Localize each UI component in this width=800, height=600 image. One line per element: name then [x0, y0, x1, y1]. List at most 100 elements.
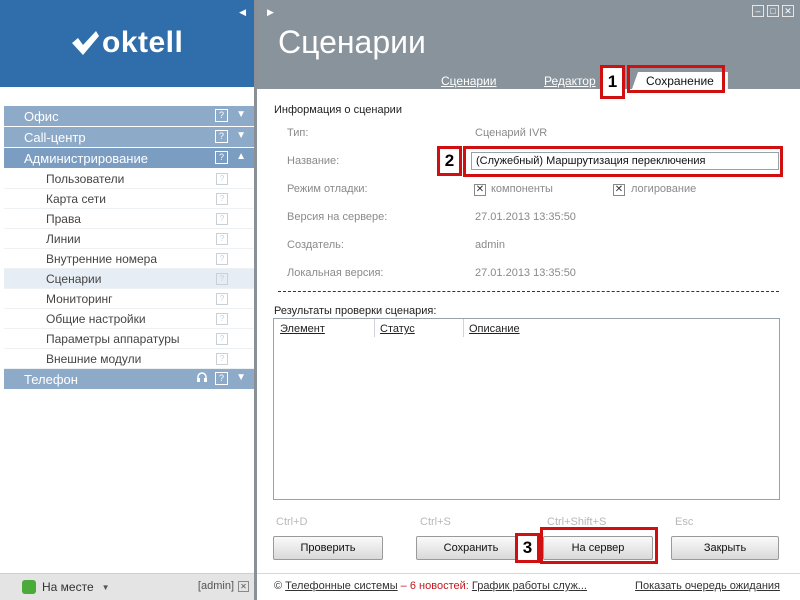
sidebar-item-label: Пользователи [46, 171, 125, 186]
local-version-label: Локальная версия: [287, 267, 384, 279]
collapse-panel-icon[interactable]: ◀ [239, 7, 246, 18]
creator-value: admin [475, 239, 505, 251]
close-icon[interactable]: ✕ [782, 5, 794, 17]
section-divider [278, 291, 779, 292]
results-section-title: Результаты проверки сценария: [274, 305, 437, 317]
callout-frame-save-tab [627, 65, 725, 93]
column-divider [374, 319, 375, 337]
sidebar-item-network-map[interactable]: Карта сети ? [4, 189, 254, 209]
nav-section-administration[interactable]: Администрирование ? ▲ [4, 148, 254, 168]
sidebar-item-label: Параметры аппаратуры [46, 331, 180, 346]
nav-section-label: Офис [24, 108, 59, 124]
save-button[interactable]: Сохранить [416, 536, 526, 560]
logout-icon[interactable]: ✕ [238, 581, 249, 592]
help-icon[interactable]: ? [216, 353, 228, 365]
server-version-value: 27.01.2013 13:35:50 [475, 211, 576, 223]
chevron-down-icon[interactable]: ▼ [236, 372, 246, 383]
callout-number: 3 [515, 533, 540, 563]
help-icon[interactable]: ? [216, 193, 228, 205]
save-shortcut-hint: Ctrl+S [420, 516, 451, 528]
help-icon[interactable]: ? [216, 313, 228, 325]
logo-text: oktell [102, 26, 184, 59]
logging-checkbox-label: логирование [631, 183, 697, 195]
nav-section-label: Администрирование [24, 150, 148, 166]
news-count: 6 новостей: [409, 580, 469, 592]
sidebar-item-hardware-params[interactable]: Параметры аппаратуры ? [4, 329, 254, 349]
page-title: Сценарии [278, 24, 426, 60]
sidebar-item-monitoring[interactable]: Мониторинг ? [4, 289, 254, 309]
local-version-value: 27.01.2013 13:35:50 [475, 267, 576, 279]
components-checkbox[interactable]: ✕ [474, 184, 486, 196]
chevron-down-icon[interactable]: ▼ [102, 583, 110, 592]
column-header-status[interactable]: Статус [380, 323, 415, 335]
headphones-icon[interactable] [196, 371, 208, 383]
components-checkbox-label: компоненты [491, 183, 553, 195]
window-controls: – □ ✕ [752, 5, 794, 17]
sidebar-item-rights[interactable]: Права ? [4, 209, 254, 229]
tab-scenarios[interactable]: Сценарии [441, 74, 496, 88]
footer-news-line: © Телефонные системы – 6 новостей: Графи… [274, 580, 587, 592]
logo-check-icon [72, 31, 99, 55]
expand-panel-icon[interactable]: ▶ [267, 7, 274, 18]
sidebar-item-internal-numbers[interactable]: Внутренние номера ? [4, 249, 254, 269]
status-selector[interactable]: На месте [42, 580, 94, 594]
main-panel: ▶ – □ ✕ Сценарии Сценарии Редактор Сохра… [257, 0, 800, 600]
chevron-up-icon[interactable]: ▲ [236, 151, 246, 162]
sidebar-nav: Офис ? ▼ Call-центр ? ▼ Администрировани… [4, 106, 254, 390]
sidebar-item-general-settings[interactable]: Общие настройки ? [4, 309, 254, 329]
help-icon[interactable]: ? [215, 151, 228, 164]
logo: oktell [70, 28, 183, 58]
callout-frame-name [463, 146, 783, 177]
minimize-icon[interactable]: – [752, 5, 764, 17]
sidebar-item-label: Линии [46, 231, 81, 246]
help-icon[interactable]: ? [216, 213, 228, 225]
footer-bar: © Телефонные системы – 6 новостей: Графи… [257, 573, 800, 600]
help-icon[interactable]: ? [215, 109, 228, 122]
sidebar-item-label: Общие настройки [46, 311, 146, 326]
company-link[interactable]: Телефонные системы [285, 580, 397, 592]
column-header-element[interactable]: Элемент [280, 323, 325, 335]
close-button[interactable]: Закрыть [671, 536, 779, 560]
show-queue-link[interactable]: Показать очередь ожидания [635, 580, 780, 592]
column-header-description[interactable]: Описание [469, 323, 520, 335]
sidebar-item-external-modules[interactable]: Внешние модули ? [4, 349, 254, 369]
server-version-label: Версия на сервере: [287, 211, 388, 223]
logo-area: ◀ oktell [0, 0, 254, 87]
help-icon[interactable]: ? [216, 173, 228, 185]
help-icon[interactable]: ? [215, 130, 228, 143]
chevron-down-icon[interactable]: ▼ [236, 109, 246, 120]
sidebar-item-users[interactable]: Пользователи ? [4, 169, 254, 189]
help-icon[interactable]: ? [216, 273, 228, 285]
results-table[interactable]: Элемент Статус Описание [273, 318, 780, 500]
type-value: Сценарий IVR [475, 127, 548, 139]
help-icon[interactable]: ? [216, 293, 228, 305]
info-section-title: Информация о сценарии [274, 104, 402, 116]
name-label: Название: [287, 155, 340, 167]
check-button[interactable]: Проверить [273, 536, 383, 560]
news-link[interactable]: График работы служ... [472, 580, 587, 592]
status-online-icon [22, 580, 36, 594]
sidebar-item-lines[interactable]: Линии ? [4, 229, 254, 249]
help-icon[interactable]: ? [216, 333, 228, 345]
help-icon[interactable]: ? [215, 372, 228, 385]
nav-section-callcenter[interactable]: Call-центр ? ▼ [4, 127, 254, 147]
copyright-symbol: © [274, 580, 283, 592]
logging-checkbox[interactable]: ✕ [613, 184, 625, 196]
scenario-save-form: Информация о сценарии Тип: Сценарий IVR … [257, 89, 800, 573]
chevron-down-icon[interactable]: ▼ [236, 130, 246, 141]
nav-section-phone[interactable]: Телефон ? ▼ [4, 369, 254, 389]
callout-frame-server [540, 527, 658, 564]
tab-editor[interactable]: Редактор [544, 74, 596, 88]
sidebar-item-label: Карта сети [46, 191, 106, 206]
help-icon[interactable]: ? [216, 253, 228, 265]
help-icon[interactable]: ? [216, 233, 228, 245]
sidebar-item-label: Внешние модули [46, 351, 142, 366]
nav-section-label: Call-центр [24, 129, 86, 145]
maximize-icon[interactable]: □ [767, 5, 779, 17]
nav-section-office[interactable]: Офис ? ▼ [4, 106, 254, 126]
creator-label: Создатель: [287, 239, 344, 251]
column-divider [463, 319, 464, 337]
footer-separator: – [400, 580, 407, 592]
sidebar-item-scenarios[interactable]: Сценарии ? [4, 269, 254, 289]
type-label: Тип: [287, 127, 309, 139]
